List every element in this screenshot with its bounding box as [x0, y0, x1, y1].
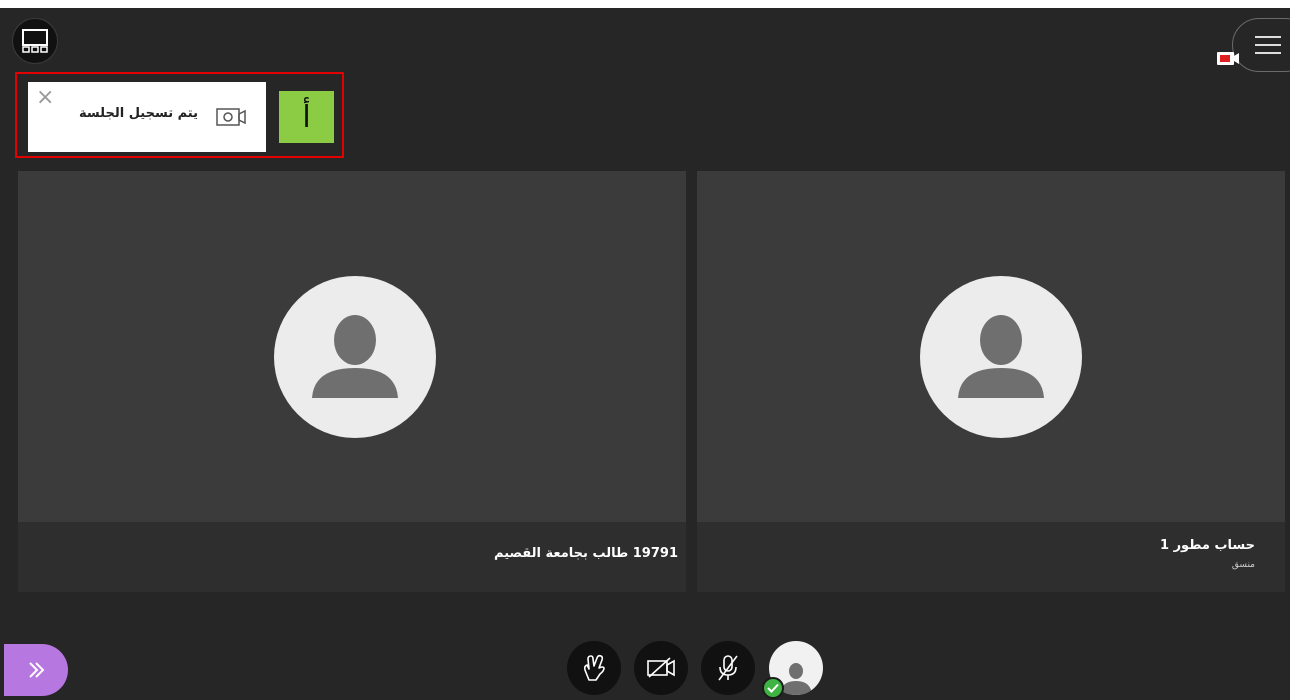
online-check-icon [762, 677, 784, 699]
open-panel-button[interactable] [4, 644, 68, 696]
participant-role: منسق [1231, 560, 1255, 570]
mic-muted-icon [718, 655, 738, 681]
raise-hand-button[interactable] [567, 641, 621, 695]
recording-toast: × يتم تسجيل الجلسة [28, 82, 266, 152]
top-strip [0, 0, 1290, 8]
microphone-toggle-button[interactable] [701, 641, 755, 695]
participant-name: حساب مطور 1 [1160, 538, 1255, 553]
raise-hand-icon [583, 654, 605, 681]
participant-name-bar: حساب مطور 1 منسق [697, 522, 1285, 592]
participant-name-bar: 19791 طالب بجامعة القصيم [18, 522, 686, 592]
layout-toggle-button[interactable] [12, 18, 58, 64]
annotation-label: أ [279, 91, 334, 143]
recording-message: يتم تسجيل الجلسة [79, 106, 198, 121]
close-icon[interactable]: × [36, 86, 54, 110]
user-avatar-icon [312, 315, 398, 398]
camera-off-icon [647, 657, 675, 678]
camera-toggle-button[interactable] [634, 641, 688, 695]
avatar [274, 276, 436, 438]
double-chevron-right-icon [29, 662, 45, 678]
recording-indicator-icon [1217, 52, 1239, 65]
recording-camera-icon [216, 108, 246, 126]
layout-grid-icon [22, 29, 48, 53]
user-avatar-icon [958, 315, 1044, 398]
participant-name: 19791 طالب بجامعة القصيم [494, 546, 678, 561]
session-menu-button[interactable] [1232, 18, 1290, 72]
menu-icon [1255, 36, 1281, 54]
avatar [920, 276, 1082, 438]
